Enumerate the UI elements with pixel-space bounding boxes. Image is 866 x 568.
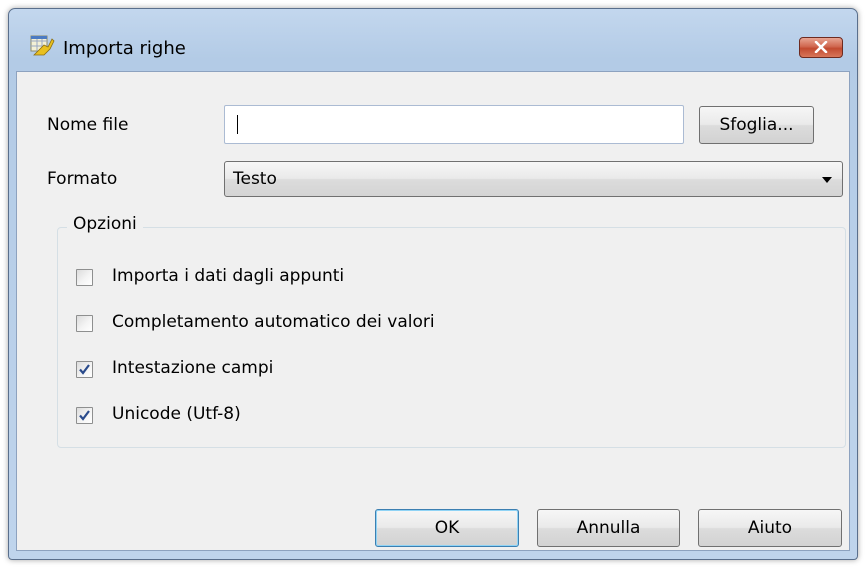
checkbox-label-autocomplete: Completamento automatico dei valori [112, 312, 435, 332]
checkbox-label-import-clipboard: Importa i dati dagli appunti [112, 266, 345, 286]
chevron-down-icon [820, 170, 834, 193]
checkmark-icon [79, 364, 90, 375]
checkbox-unicode[interactable] [76, 407, 93, 424]
checkbox-label-unicode: Unicode (Utf-8) [112, 404, 241, 424]
dialog-window: Importa righe Nome file Sfoglia... Forma… [8, 8, 858, 560]
options-group-label: Opzioni [67, 214, 143, 234]
checkbox-label-field-headers: Intestazione campi [112, 358, 274, 378]
dialog-body: Nome file Sfoglia... Formato Testo Opzio… [16, 71, 850, 551]
checkbox-field-headers[interactable] [76, 361, 93, 378]
filename-label: Nome file [47, 115, 129, 135]
filename-input[interactable] [224, 105, 684, 144]
checkbox-import-clipboard[interactable] [76, 269, 93, 286]
format-selected-value: Testo [233, 169, 277, 189]
checkbox-autocomplete[interactable] [76, 315, 93, 332]
close-button[interactable] [799, 37, 843, 58]
close-icon [814, 38, 828, 58]
cancel-button[interactable]: Annulla [537, 509, 680, 547]
text-caret [237, 115, 238, 134]
ok-button[interactable]: OK [375, 509, 519, 547]
title-bar[interactable]: Importa righe [9, 9, 857, 71]
format-label: Formato [47, 169, 118, 189]
window-title: Importa righe [63, 38, 186, 59]
format-select[interactable]: Testo [224, 161, 843, 197]
help-button[interactable]: Aiuto [698, 509, 842, 547]
checkmark-icon [79, 410, 90, 421]
browse-button[interactable]: Sfoglia... [699, 106, 814, 144]
import-rows-icon [30, 33, 56, 57]
